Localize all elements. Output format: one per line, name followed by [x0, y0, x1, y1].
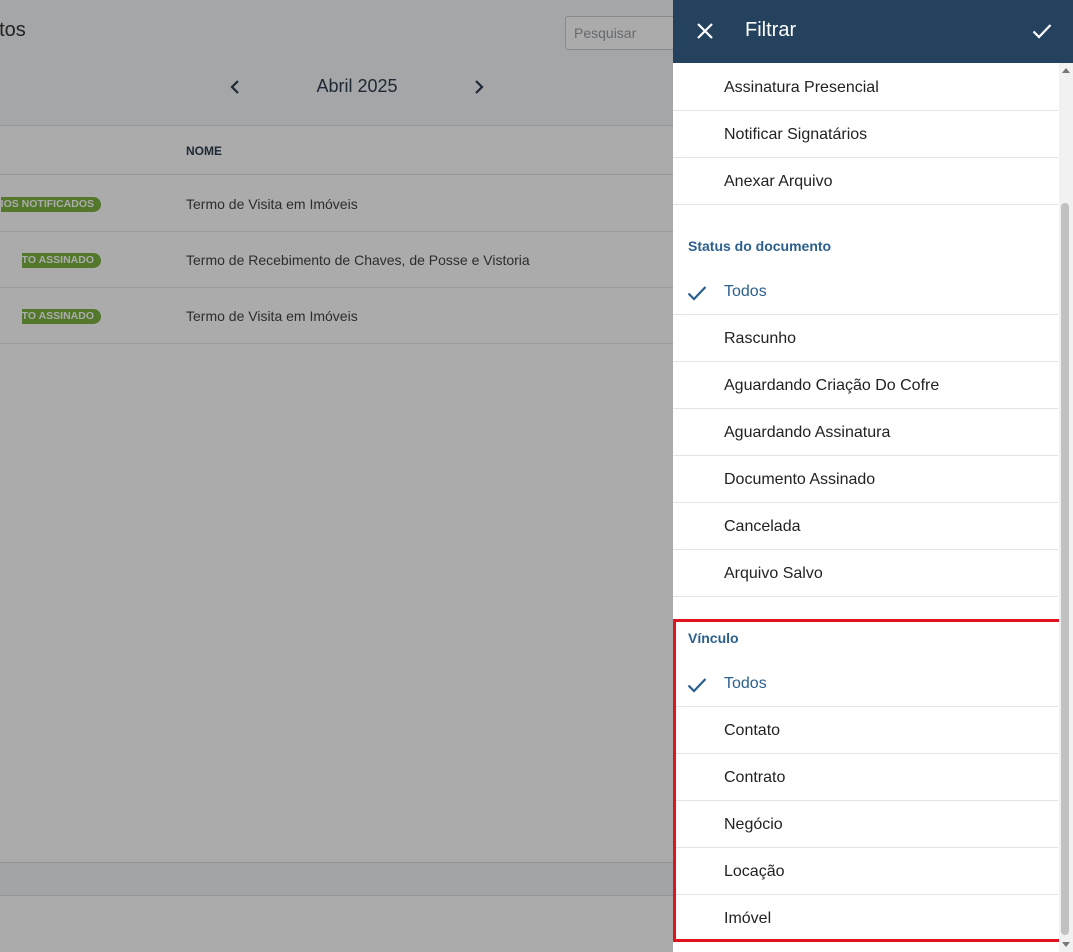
status-option-aguardando-assinatura[interactable]: Aguardando Assinatura [673, 409, 1058, 456]
vinculo-option-contrato[interactable]: Contrato [673, 754, 1058, 801]
status-option-todos[interactable]: Todos [673, 268, 1058, 315]
section-title-status: Status do documento [688, 238, 832, 254]
option-label: Contato [724, 722, 781, 739]
option-label: Locação [724, 863, 785, 880]
option-label: Imóvel [724, 910, 772, 927]
drawer-title: Filtrar [745, 19, 797, 41]
check-icon [1032, 24, 1052, 39]
check-icon [687, 678, 707, 693]
filter-options-list: Assinatura Presencial Notificar Signatár… [673, 63, 1059, 952]
vinculo-option-negocio[interactable]: Negócio [673, 801, 1058, 848]
option-label: Notificar Signatários [724, 126, 868, 143]
close-icon [697, 23, 713, 39]
vinculo-option-locacao[interactable]: Locação [673, 848, 1058, 895]
option-label: Todos [724, 675, 767, 692]
option-label: Aguardando Criação Do Cofre [724, 377, 940, 394]
status-option-rascunho[interactable]: Rascunho [673, 315, 1058, 362]
option-label: Todos [724, 283, 767, 300]
status-option-aguardando-criacao-do-cofre[interactable]: Aguardando Criação Do Cofre [673, 362, 1058, 409]
scroll-thumb[interactable] [1061, 203, 1069, 935]
status-option-cancelada[interactable]: Cancelada [673, 503, 1058, 550]
option-label: Documento Assinado [724, 471, 876, 488]
option-label: Anexar Arquivo [724, 173, 833, 190]
apply-filter-button[interactable] [1028, 18, 1056, 44]
scroll-down-arrow-icon[interactable] [1062, 942, 1070, 947]
vinculo-option-todos[interactable]: Todos [673, 660, 1058, 707]
section-title-vinculo: Vínculo [688, 630, 739, 646]
option-label: Negócio [724, 816, 783, 833]
option-label: Assinatura Presencial [724, 79, 879, 96]
status-option-arquivo-salvo[interactable]: Arquivo Salvo [673, 550, 1058, 597]
vinculo-option-imovel[interactable]: Imóvel [673, 895, 1058, 942]
close-button[interactable] [693, 18, 717, 44]
check-icon [687, 286, 707, 301]
drawer-header: Filtrar [673, 0, 1073, 63]
option-label: Rascunho [724, 330, 797, 347]
status-option-documento-assinado[interactable]: Documento Assinado [673, 456, 1058, 503]
filter-drawer: Filtrar Assinatura Presencial Notificar … [673, 0, 1073, 952]
vinculo-option-contato[interactable]: Contato [673, 707, 1058, 754]
filter-option-anexar-arquivo[interactable]: Anexar Arquivo [673, 158, 1058, 205]
scroll-up-arrow-icon[interactable] [1062, 68, 1070, 73]
filter-option-assinatura-presencial[interactable]: Assinatura Presencial [673, 64, 1058, 111]
option-label: Aguardando Assinatura [724, 424, 891, 441]
option-label: Contrato [724, 769, 786, 786]
option-label: Cancelada [724, 518, 801, 535]
drawer-scrollbar[interactable] [1059, 63, 1073, 952]
option-label: Arquivo Salvo [724, 565, 823, 582]
filter-option-notificar-signatarios[interactable]: Notificar Signatários [673, 111, 1058, 158]
